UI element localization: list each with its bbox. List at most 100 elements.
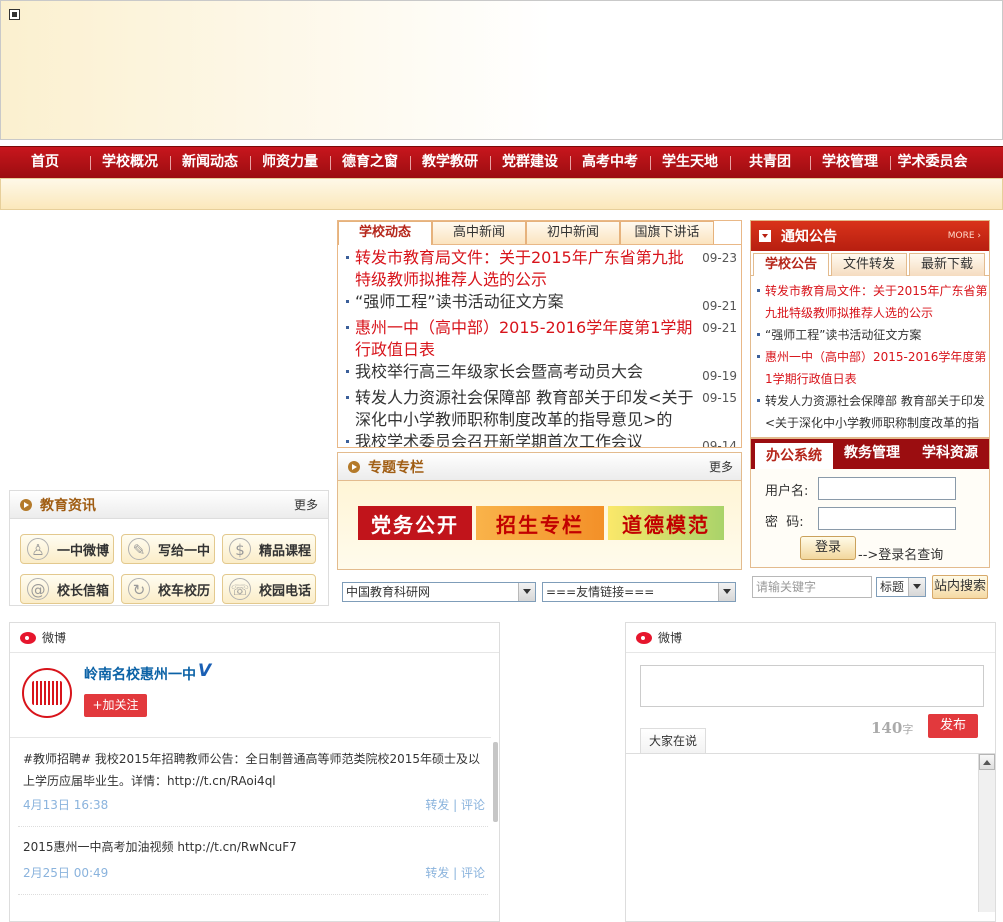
divider xyxy=(18,894,488,895)
notice-item[interactable]: 转发市教育局文件：关于2015年广东省第九批特级教师拟推荐人选的公示 xyxy=(755,280,989,324)
weibo-header: 微博 xyxy=(10,623,499,653)
news-title[interactable]: 我校学术委员会召开新学期首次工作会议 xyxy=(345,431,697,447)
friend-link-select[interactable]: ===友情链接=== xyxy=(542,582,736,602)
char-count-unit: 字 xyxy=(902,723,914,736)
admissions-banner[interactable]: 招生专栏 xyxy=(476,506,604,540)
tab-middle-school-news[interactable]: 初中新闻 xyxy=(526,221,620,244)
news-date: 09-19 xyxy=(702,369,737,383)
notice-panel: 通知公告 MORE › 学校公告 文件转发 最新下载 转发市教育局文件：关于20… xyxy=(750,220,990,438)
search-input[interactable]: 请输关键字 xyxy=(752,576,872,598)
divider xyxy=(18,826,488,827)
nav-teaching-research[interactable]: 教学教研 xyxy=(410,147,490,179)
news-title[interactable]: 惠州一中（高中部）2015-2016学年度第1学期行政值日表 xyxy=(345,317,697,361)
tab-file-forward[interactable]: 文件转发 xyxy=(831,253,907,276)
nav-party-building[interactable]: 党群建设 xyxy=(490,147,570,179)
campus-phone-button[interactable]: ☏ 校园电话 xyxy=(222,574,316,604)
nav-school-management[interactable]: 学校管理 xyxy=(810,147,890,179)
tab-school-announcement[interactable]: 学校公告 xyxy=(753,253,829,276)
news-item[interactable]: “强师工程”读书活动征文方案 09-21 xyxy=(338,291,741,317)
notice-item[interactable]: “强师工程”读书活动征文方案 xyxy=(755,324,989,346)
site-search-button[interactable]: 站内搜索 xyxy=(932,575,988,599)
weibo-post-text: #教师招聘# 我校2015年招聘教师公告：全日制普通高等师范类院校2015年硕士… xyxy=(23,752,481,788)
edu-link-select[interactable]: 中国教育科研网 xyxy=(342,582,536,602)
news-item[interactable]: 惠州一中（高中部）2015-2016学年度第1学期行政值日表 09-21 xyxy=(338,317,741,361)
weibo-link-button[interactable]: ♙ 一中微博 xyxy=(20,534,114,564)
news-item[interactable]: 转发人力资源社会保障部 教育部关于印发<关于深化中小学教师职称制度改革的指导意见… xyxy=(338,387,741,431)
button-label: 精品课程 xyxy=(259,543,312,559)
principal-mailbox-button[interactable]: @ 校长信箱 xyxy=(20,574,114,604)
weibo-icon xyxy=(20,631,36,644)
tab-flag-speech[interactable]: 国旗下讲话 xyxy=(620,221,714,244)
post-time[interactable]: 4月13日 16:38 xyxy=(23,796,108,813)
tab-subject-resources[interactable]: 学科资源 xyxy=(911,439,989,469)
weibo-account-name[interactable]: 岭南名校惠州一中 xyxy=(84,664,196,684)
main-nav: 首页 学校概况 新闻动态 师资力量 德育之窗 教学教研 党群建设 高考中考 学生… xyxy=(0,146,1003,178)
notice-item[interactable]: 转发人力资源社会保障部 教育部关于印发<关于深化中小学教师职称制度改革的指导意见… xyxy=(755,390,989,437)
news-title[interactable]: 转发市教育局文件：关于2015年广东省第九批特级教师拟推荐人选的公示 xyxy=(345,247,697,291)
moral-model-banner[interactable]: 道德模范 xyxy=(608,506,724,540)
tab-high-school-news[interactable]: 高中新闻 xyxy=(432,221,526,244)
notice-list: 转发市教育局文件：关于2015年广东省第九批特级教师拟推荐人选的公示 “强师工程… xyxy=(751,276,989,437)
scrollbar[interactable] xyxy=(493,742,498,822)
tab-latest-download[interactable]: 最新下载 xyxy=(909,253,985,276)
edu-info-title: 教育资讯 xyxy=(40,497,96,514)
post-time[interactable]: 2月25日 00:49 xyxy=(23,864,108,881)
username-input[interactable] xyxy=(818,477,956,500)
topic-more-link[interactable]: 更多 xyxy=(709,458,733,475)
courses-button[interactable]: $ 精品课程 xyxy=(222,534,316,564)
phone-icon: ☏ xyxy=(229,578,251,600)
banner xyxy=(0,0,1003,140)
post-actions[interactable]: 转发 | 评论 xyxy=(425,796,485,813)
tab-school-news[interactable]: 学校动态 xyxy=(338,221,432,245)
more-link[interactable]: MORE › xyxy=(948,231,981,241)
scrollbar[interactable] xyxy=(978,754,995,912)
follow-button[interactable]: +加关注 xyxy=(84,694,147,717)
play-circle-icon xyxy=(20,498,32,511)
news-title[interactable]: “强师工程”读书活动征文方案 xyxy=(345,291,697,317)
tab-everyone-says[interactable]: 大家在说 xyxy=(640,728,706,754)
news-title[interactable]: 我校举行高三年级家长会暨高考动员大会 xyxy=(345,361,697,387)
nav-exams[interactable]: 高考中考 xyxy=(570,147,650,179)
news-item[interactable]: 我校学术委员会召开新学期首次工作会议 09-14 xyxy=(338,431,741,447)
avatar[interactable] xyxy=(22,668,72,718)
weibo-post-meta: 2月25日 00:49 转发 | 评论 xyxy=(23,864,485,881)
divider xyxy=(626,753,995,754)
refresh-icon: ↻ xyxy=(128,578,150,600)
notice-item[interactable]: 惠州一中（高中部）2015-2016学年度第1学期行政值日表 xyxy=(755,346,989,390)
tab-academic-affairs[interactable]: 教务管理 xyxy=(833,439,911,469)
play-circle-icon xyxy=(348,460,360,473)
scroll-up-icon[interactable] xyxy=(979,754,995,770)
nav-home[interactable]: 首页 xyxy=(0,147,90,179)
news-title[interactable]: 转发人力资源社会保障部 教育部关于印发<关于深化中小学教师职称制度改革的指导意见… xyxy=(345,387,697,431)
nav-student-world[interactable]: 学生天地 xyxy=(650,147,730,179)
news-tabs: 学校动态 高中新闻 初中新闻 国旗下讲话 xyxy=(338,221,741,245)
post-actions[interactable]: 转发 | 评论 xyxy=(425,864,485,881)
person-icon: ♙ xyxy=(27,538,49,560)
publish-button[interactable]: 发布 xyxy=(928,714,978,738)
tab-office-system[interactable]: 办公系统 xyxy=(755,443,833,469)
book-icon: $ xyxy=(229,538,251,560)
weibo-header-label: 微博 xyxy=(658,631,683,645)
nav-youth-league[interactable]: 共青团 xyxy=(730,147,810,179)
login-name-query-link[interactable]: -->登录名查询 xyxy=(858,544,943,563)
party-affairs-banner[interactable]: 党务公开 xyxy=(358,506,472,540)
button-label: 校车校历 xyxy=(158,583,211,599)
write-to-school-button[interactable]: ✎ 写给一中 xyxy=(121,534,215,564)
password-input[interactable] xyxy=(818,507,956,530)
edu-more-link[interactable]: 更多 xyxy=(294,496,318,513)
news-date: 09-15 xyxy=(702,391,737,405)
search-field-select[interactable]: 标题 xyxy=(876,577,926,597)
nav-school-overview[interactable]: 学校概况 xyxy=(90,147,170,179)
login-button[interactable]: 登录 xyxy=(800,536,856,560)
news-item[interactable]: 转发市教育局文件：关于2015年广东省第九批特级教师拟推荐人选的公示 09-23 xyxy=(338,247,741,291)
nav-academic-committee[interactable]: 学术委员会 xyxy=(890,147,975,179)
weibo-header: 微博 xyxy=(626,623,995,653)
school-calendar-button[interactable]: ↻ 校车校历 xyxy=(121,574,215,604)
weibo-post-meta: 4月13日 16:38 转发 | 评论 xyxy=(23,796,485,813)
nav-faculty[interactable]: 师资力量 xyxy=(250,147,330,179)
nav-moral-education[interactable]: 德育之窗 xyxy=(330,147,410,179)
nav-news[interactable]: 新闻动态 xyxy=(170,147,250,179)
news-item[interactable]: 我校举行高三年级家长会暨高考动员大会 09-19 xyxy=(338,361,741,387)
news-date: 09-23 xyxy=(702,251,737,265)
weibo-post-textarea[interactable] xyxy=(640,665,984,707)
